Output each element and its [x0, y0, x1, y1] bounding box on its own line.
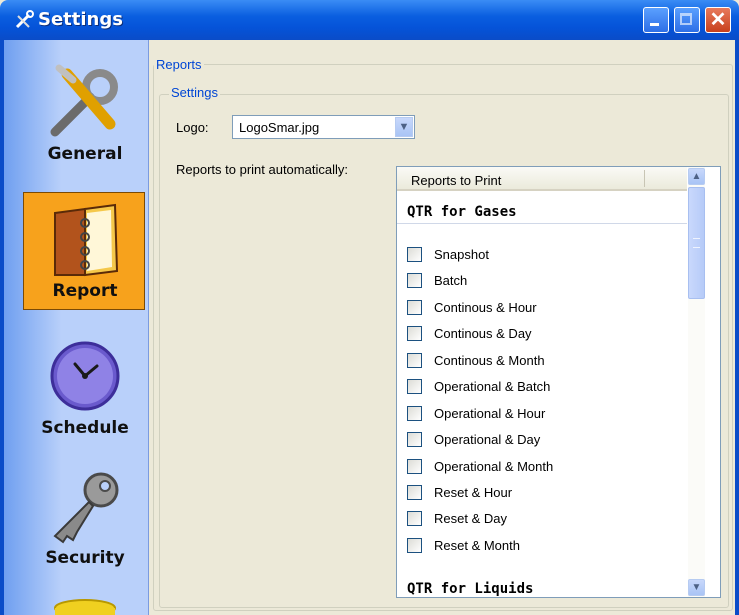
- sidebar-item-label: Security: [45, 548, 125, 568]
- chevron-down-icon: ▼: [691, 582, 702, 593]
- auto-print-label: Reports to print automatically:: [176, 162, 348, 177]
- sidebar-item-label: Report: [52, 281, 118, 301]
- checkbox[interactable]: [407, 247, 422, 262]
- chevron-up-icon: ▲: [691, 171, 702, 182]
- close-button[interactable]: ✕: [705, 7, 731, 33]
- list-item-label: Operational & Day: [434, 432, 541, 447]
- list-item-label: Reset & Day: [434, 511, 507, 526]
- list-item-label: Continous & Day: [434, 326, 532, 341]
- logo-select-value: LogoSmar.jpg: [239, 120, 320, 135]
- tools-icon: [50, 64, 118, 137]
- section-header-gases: QTR for Gases: [407, 204, 517, 220]
- reports-to-print-list[interactable]: Reports to Print QTR for Gases Snapshot …: [396, 166, 721, 598]
- sidebar-item-general[interactable]: General: [24, 54, 146, 172]
- checkbox[interactable]: [407, 538, 422, 553]
- scroll-thumb[interactable]: [688, 187, 705, 299]
- column-separator[interactable]: [644, 170, 645, 187]
- checkbox[interactable]: [407, 406, 422, 421]
- title-bar[interactable]: Settings ✕: [0, 0, 739, 40]
- checkbox[interactable]: [407, 511, 422, 526]
- checkbox[interactable]: [407, 379, 422, 394]
- database-icon: [54, 599, 116, 615]
- minimize-button[interactable]: [643, 7, 669, 33]
- sidebar-item-label: General: [47, 144, 123, 164]
- window-frame-right: [735, 40, 739, 615]
- maximize-icon: [680, 13, 692, 25]
- sidebar-item-security[interactable]: Security: [24, 458, 146, 576]
- checkbox[interactable]: [407, 273, 422, 288]
- vertical-scrollbar[interactable]: ▲ ▼: [688, 167, 705, 597]
- list-item-label: Batch: [434, 273, 468, 288]
- window-title: Settings: [38, 9, 123, 30]
- reports-group-label: Reports: [154, 57, 204, 72]
- checkbox[interactable]: [407, 459, 422, 474]
- minimize-icon: [650, 23, 659, 26]
- logo-select[interactable]: LogoSmar.jpg ▼: [232, 115, 415, 139]
- settings-group-label: Settings: [169, 85, 220, 100]
- checkbox[interactable]: [407, 300, 422, 315]
- close-icon: ✕: [709, 9, 727, 31]
- sidebar-item-database[interactable]: [24, 588, 146, 615]
- notebook-icon: [54, 203, 119, 277]
- checkbox[interactable]: [407, 432, 422, 447]
- list-item-label: Reset & Hour: [434, 485, 513, 500]
- column-header-label: Reports to Print: [411, 173, 502, 188]
- checkbox[interactable]: [407, 485, 422, 500]
- list-item-label: Continous & Month: [434, 353, 545, 368]
- list-item-label: Continous & Hour: [434, 300, 537, 315]
- clock-icon: [50, 341, 120, 411]
- sidebar-item-schedule[interactable]: Schedule: [24, 328, 146, 446]
- settings-window: Settings ✕ General Report Schedule Secur…: [0, 0, 739, 615]
- section-divider: [397, 223, 687, 224]
- list-item-label: Operational & Batch: [434, 379, 551, 394]
- sidebar: General Report Schedule Security: [4, 40, 149, 615]
- grip-icon: [693, 238, 700, 248]
- logo-label: Logo:: [176, 120, 209, 135]
- section-header-liquids: QTR for Liquids: [407, 581, 534, 597]
- list-item-label: Reset & Month: [434, 538, 520, 553]
- checkbox[interactable]: [407, 326, 422, 341]
- list-item-label: Operational & Hour: [434, 406, 546, 421]
- tools-icon: [14, 10, 36, 30]
- scroll-up-button[interactable]: ▲: [688, 168, 705, 185]
- sidebar-item-report[interactable]: Report: [23, 192, 145, 310]
- checkbox[interactable]: [407, 353, 422, 368]
- key-icon: [53, 472, 119, 544]
- sidebar-item-label: Schedule: [41, 418, 129, 438]
- maximize-button[interactable]: [674, 7, 700, 33]
- scroll-down-button[interactable]: ▼: [688, 579, 705, 596]
- list-item-label: Snapshot: [434, 247, 489, 262]
- column-header[interactable]: Reports to Print: [397, 167, 687, 191]
- list-item-label: Operational & Month: [434, 459, 554, 474]
- chevron-down-icon[interactable]: ▼: [395, 117, 413, 137]
